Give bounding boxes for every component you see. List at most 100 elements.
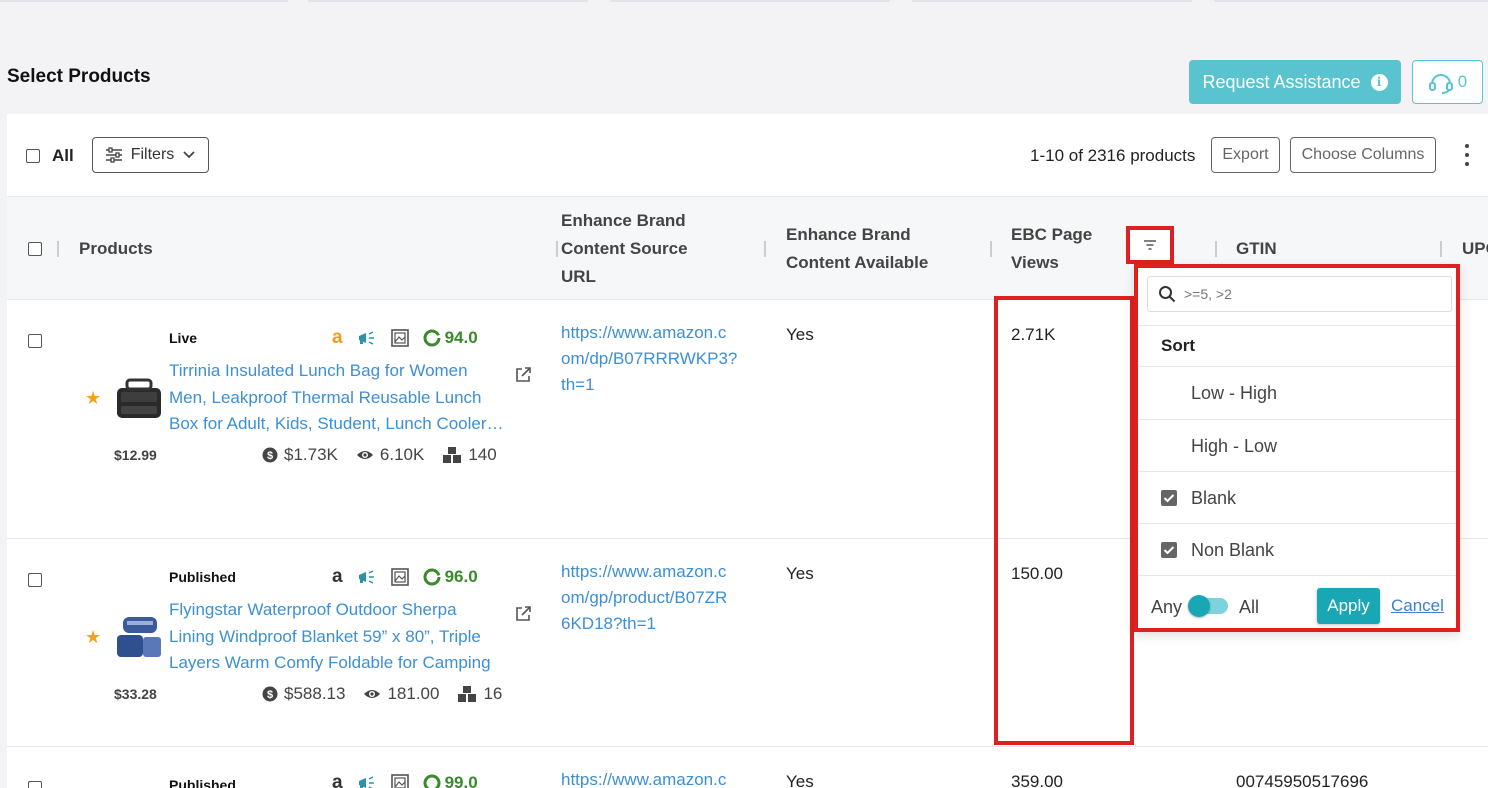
product-image — [117, 617, 161, 657]
product-image — [117, 378, 161, 418]
column-ebc-page-views[interactable]: EBC Page Views — [1011, 221, 1092, 277]
row-icons: a 99.0 — [332, 772, 478, 788]
score-ring-icon — [423, 568, 441, 586]
revenue-metric: $ $588.13 — [262, 684, 345, 704]
non-blank-option[interactable]: Non Blank — [1138, 524, 1456, 576]
product-title-link[interactable]: Flyingstar Waterproof Outdoor Sherpa Lin… — [169, 597, 504, 677]
image-frame-icon — [390, 568, 409, 586]
support-count: 0 — [1457, 72, 1468, 91]
status-badge: Published — [169, 569, 236, 585]
boxes-icon — [443, 447, 462, 463]
select-all[interactable]: All — [26, 146, 74, 166]
star-icon[interactable]: ★ — [85, 627, 101, 648]
image-frame-icon — [390, 329, 409, 347]
eye-icon — [356, 451, 373, 459]
top-summary-bars — [0, 0, 1488, 4]
choose-columns-button[interactable]: Choose Columns — [1290, 137, 1436, 173]
revenue-metric: $ $1.73K — [262, 445, 338, 465]
more-options-icon[interactable] — [1462, 144, 1472, 166]
column-filter-button[interactable] — [1126, 226, 1174, 264]
product-title-link[interactable]: Tirrinia Insulated Lunch Bag for Women M… — [169, 358, 504, 438]
chevron-down-icon — [183, 151, 195, 159]
info-icon: i — [1370, 73, 1388, 91]
table-toolbar: All Filters 1-10 of 2316 products Export… — [7, 114, 1488, 196]
source-url-link[interactable]: https://www.amazon.c om/dp/B07RRRWKP3? t… — [561, 320, 751, 398]
cancel-link[interactable]: Cancel — [1391, 596, 1444, 616]
sort-high-low-option[interactable]: High - Low — [1138, 420, 1456, 472]
filter-popup-footer: Any All Apply Cancel — [1138, 585, 1456, 625]
column-gtin[interactable]: GTIN — [1236, 235, 1277, 263]
external-link-icon[interactable] — [514, 605, 532, 623]
table-row: Published a 99.0 https://www.amazon.c Ye… — [7, 747, 1488, 788]
product-count: 1-10 of 2316 products — [1030, 146, 1196, 165]
product-price: $12.99 — [114, 447, 157, 463]
checkmark-icon — [1163, 494, 1175, 503]
row-checkbox[interactable] — [28, 334, 42, 348]
content-available-value: Yes — [786, 564, 814, 583]
filters-label: Filters — [130, 146, 175, 163]
sliders-icon — [105, 147, 122, 163]
select-all-label: All — [52, 146, 74, 165]
row-checkbox[interactable] — [28, 573, 42, 587]
megaphone-icon — [358, 331, 374, 345]
content-score: 96.0 — [423, 567, 478, 587]
request-assistance-button[interactable]: Request Assistance i — [1189, 60, 1401, 104]
dollar-icon: $ — [262, 447, 278, 463]
svg-text:$: $ — [267, 689, 273, 701]
headset-icon — [1428, 74, 1453, 94]
column-products[interactable]: Products — [79, 235, 153, 263]
request-assistance-label: Request Assistance — [1202, 71, 1361, 92]
column-content-available[interactable]: Enhance Brand Content Available — [786, 221, 928, 277]
column-upc[interactable]: UPC — [1462, 235, 1488, 263]
score-ring-icon — [423, 329, 441, 347]
ebc-column-highlight — [994, 296, 1134, 745]
units-metric: 140 — [442, 445, 497, 465]
eye-icon — [364, 690, 381, 698]
svg-text:$: $ — [267, 450, 273, 462]
source-url-link[interactable]: https://www.amazon.c om/gp/product/B07ZR… — [561, 559, 751, 637]
product-metrics: $ $1.73K 6.10K 140 — [262, 445, 497, 465]
content-available-value: Yes — [786, 325, 814, 344]
views-metric: 181.00 — [363, 684, 439, 704]
row-icons: a 94.0 — [332, 327, 478, 349]
content-score: 94.0 — [423, 328, 478, 348]
product-metrics: $ $588.13 181.00 16 — [262, 684, 502, 704]
export-button[interactable]: Export — [1211, 137, 1280, 173]
source-url-link[interactable]: https://www.amazon.c — [561, 767, 751, 788]
external-link-icon[interactable] — [514, 366, 532, 384]
apply-button[interactable]: Apply — [1317, 588, 1380, 624]
megaphone-icon — [358, 776, 374, 788]
column-source-url[interactable]: Enhance Brand Content Source URL — [561, 207, 688, 291]
units-metric: 16 — [457, 684, 502, 704]
row-checkbox[interactable] — [28, 781, 42, 788]
product-price: $33.28 — [114, 686, 157, 702]
content-score: 99.0 — [423, 773, 478, 788]
blank-option[interactable]: Blank — [1138, 472, 1456, 524]
score-ring-icon — [423, 774, 441, 788]
star-icon[interactable]: ★ — [85, 388, 101, 409]
page-title: Select Products — [7, 66, 151, 87]
support-tickets-button[interactable]: 0 — [1412, 60, 1483, 104]
checkmark-icon — [1163, 546, 1175, 555]
filters-button[interactable]: Filters — [92, 137, 209, 173]
search-icon — [1159, 286, 1176, 303]
sort-heading: Sort — [1161, 336, 1195, 355]
row-icons: a 96.0 — [332, 566, 478, 588]
sort-low-high-option[interactable]: Low - High — [1138, 367, 1456, 419]
filter-search-box[interactable] — [1147, 276, 1452, 312]
amazon-icon: a — [332, 772, 343, 788]
amazon-icon: a — [332, 327, 343, 348]
blank-checkbox[interactable] — [1161, 490, 1177, 506]
header-select-checkbox[interactable] — [28, 242, 42, 256]
column-filter-popup: Sort Low - High High - Low Blank Non Bla… — [1134, 264, 1460, 632]
status-badge: Live — [169, 330, 198, 346]
all-label: All — [1239, 597, 1260, 617]
select-all-checkbox[interactable] — [26, 149, 40, 163]
filter-search-input[interactable] — [1184, 286, 1434, 302]
status-badge: Published — [169, 777, 236, 788]
ebc-page-views-value: 359.00 — [1011, 772, 1063, 788]
amazon-icon: a — [332, 566, 343, 587]
any-label: Any — [1151, 597, 1183, 617]
any-all-toggle[interactable] — [1188, 595, 1228, 617]
non-blank-checkbox[interactable] — [1161, 542, 1177, 558]
